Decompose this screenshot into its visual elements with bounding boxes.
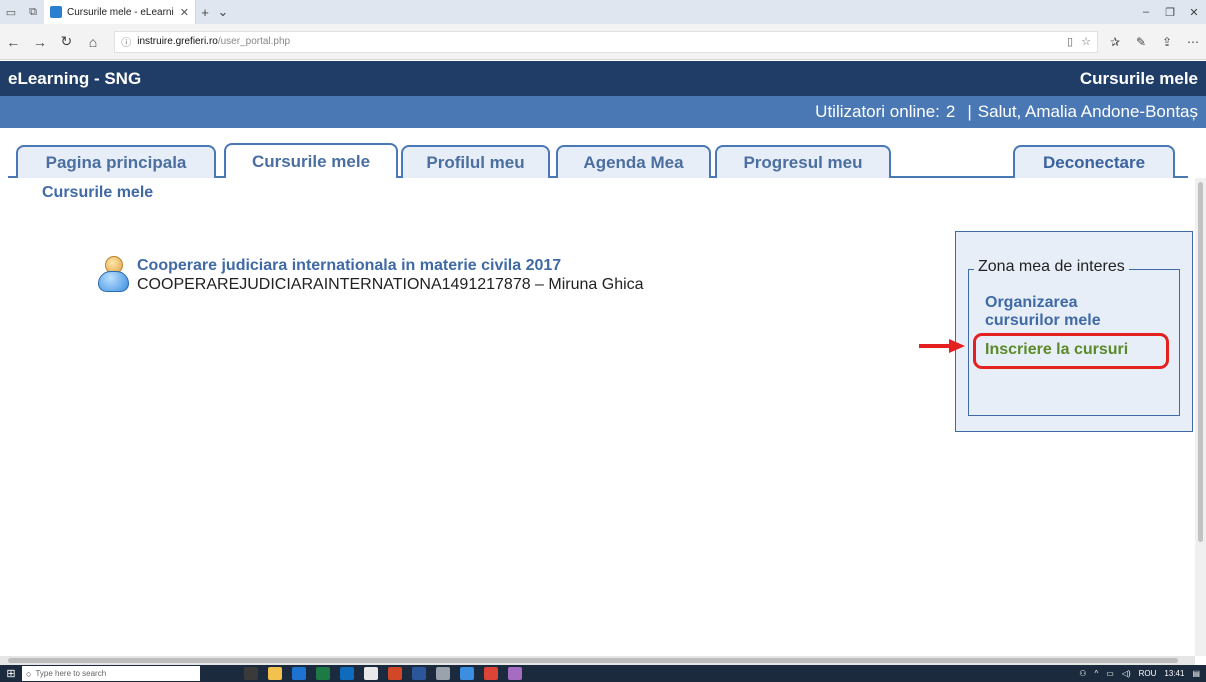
browser-tabbar: ▭ ⧉ Cursurile mele - eLearni ✕ + ⌄ – ❐ ✕ (0, 0, 1206, 24)
system-tray: ⚇ ^ ▭ ◁) ROU 13:41 ▤ (1079, 669, 1206, 678)
taskbar-search-placeholder: Type here to search (35, 669, 107, 678)
favorite-star-icon[interactable]: ☆ (1081, 35, 1091, 48)
separator: | (967, 102, 972, 121)
back-icon[interactable]: ← (0, 28, 27, 56)
reading-view-icon[interactable]: ▯ (1067, 35, 1073, 48)
user-greeting: Salut, Amalia Andone-Bontaș (977, 102, 1198, 121)
tab-preview-icon[interactable]: ⧉ (22, 0, 44, 24)
horizontal-scroll-thumb[interactable] (8, 658, 1178, 663)
app-title: eLearning - SNG (8, 68, 142, 88)
app-header: eLearning - SNG Cursurile mele (0, 61, 1206, 96)
info-icon[interactable]: ⓘ (121, 34, 131, 49)
window-controls: – ❐ ✕ (1134, 0, 1206, 24)
word-icon[interactable] (412, 667, 426, 680)
chrome-icon[interactable] (484, 667, 498, 680)
vertical-scrollbar[interactable] (1195, 178, 1206, 656)
refresh-icon[interactable]: ↻ (53, 28, 80, 56)
browser-toolbar-right: ✰ ✎ ⇪ ⋯ (1102, 35, 1206, 49)
tab-progress[interactable]: Progresul meu (715, 145, 891, 178)
forward-icon[interactable]: → (27, 28, 54, 56)
tab-agenda[interactable]: Agenda Mea (556, 145, 711, 178)
tab-my-courses[interactable]: Cursurile mele (224, 143, 398, 178)
volume-icon[interactable]: ◁) (1122, 669, 1131, 678)
tab-list-chevron-icon[interactable]: ⌄ (214, 4, 232, 20)
language-indicator[interactable]: ROU (1139, 669, 1157, 678)
search-icon: ○ (26, 668, 32, 679)
powerpoint-icon[interactable] (388, 667, 402, 680)
home-icon[interactable]: ⌂ (80, 28, 107, 56)
course-title-link[interactable]: Cooperare judiciara internationala in ma… (137, 256, 644, 275)
annotation-highlight (973, 333, 1169, 369)
course-code-teacher: COOPERAREJUDICIARAINTERNATIONA1491217878… (137, 276, 644, 293)
internet-explorer-icon[interactable] (460, 667, 474, 680)
clock-time[interactable]: 13:41 (1164, 669, 1184, 678)
close-window-icon[interactable]: ✕ (1182, 0, 1206, 24)
favicon-icon (50, 6, 62, 18)
tray-chevron-icon[interactable]: ^ (1094, 669, 1098, 678)
browser-tab-active[interactable]: Cursurile mele - eLearni ✕ (44, 0, 196, 24)
online-users-label: Utilizatori online: (815, 102, 940, 121)
url-path: /user_portal.php (217, 36, 291, 47)
browser-navbar: ← → ↻ ⌂ ⓘ instruire.grefieri.ro /user_po… (0, 24, 1206, 60)
vertical-scroll-thumb[interactable] (1198, 182, 1203, 542)
main-tabs: Pagina principala Cursurile mele Profilu… (0, 128, 1206, 178)
network-icon[interactable]: ▭ (1106, 669, 1114, 678)
tab-profile[interactable]: Profilul meu (401, 145, 550, 178)
user-course-icon (96, 256, 132, 296)
course-list-item: Cooperare judiciara internationala in ma… (96, 256, 644, 296)
people-icon[interactable]: ⚇ (1079, 669, 1086, 678)
excel-icon[interactable] (316, 667, 330, 680)
windows-start-icon[interactable]: ⊞ (0, 665, 22, 682)
close-icon[interactable]: ✕ (180, 6, 189, 19)
breadcrumb: Cursurile mele (42, 184, 154, 201)
browser-tab-title: Cursurile mele - eLearni (67, 6, 174, 18)
organize-courses-line1: Organizarea (985, 294, 1078, 311)
windows-taskbar: ⊞ ○ Type here to search ⚇ ^ ▭ ◁) ROU 13:… (0, 665, 1206, 682)
share-icon[interactable]: ⇪ (1154, 35, 1180, 49)
horizontal-scrollbar[interactable] (0, 656, 1195, 665)
restore-icon[interactable]: ❐ (1158, 0, 1182, 24)
store-icon[interactable] (364, 667, 378, 680)
online-users-count[interactable]: 2 (946, 102, 955, 122)
tab-logout[interactable]: Deconectare (1013, 145, 1175, 178)
minimize-icon[interactable]: – (1134, 0, 1158, 24)
notifications-icon[interactable]: ▤ (1192, 669, 1200, 678)
task-view-icon[interactable] (244, 667, 258, 680)
edge-browser-icon[interactable] (292, 667, 306, 680)
annotation-arrow-icon (919, 339, 965, 353)
organize-courses-line2: cursurilor mele (985, 312, 1101, 329)
interest-legend: Zona mea de interes (974, 258, 1129, 276)
current-section-title: Cursurile mele (1079, 68, 1198, 88)
new-tab-icon[interactable]: + (196, 5, 214, 20)
notes-pen-icon[interactable]: ✎ (1128, 35, 1154, 49)
app-subheader: Utilizatori online: 2 | Salut, Amalia An… (0, 96, 1206, 128)
taskbar-search[interactable]: ○ Type here to search (22, 666, 200, 681)
outlook-icon[interactable] (340, 667, 354, 680)
more-menu-icon[interactable]: ⋯ (1180, 35, 1206, 49)
address-actions: ▯ ☆ (1067, 35, 1091, 48)
app-icon[interactable] (508, 667, 522, 680)
url-domain: instruire.grefieri.ro (137, 36, 218, 47)
favorites-hub-icon[interactable]: ✰ (1102, 35, 1128, 49)
course-text: Cooperare judiciara internationala in ma… (137, 256, 644, 296)
taskbar-apps (244, 667, 522, 680)
address-bar[interactable]: ⓘ instruire.grefieri.ro /user_portal.php… (114, 30, 1098, 53)
file-explorer-icon[interactable] (268, 667, 282, 680)
calendar-icon[interactable] (436, 667, 450, 680)
interest-panel: Zona mea de interes Organizarea cursuril… (955, 231, 1193, 432)
tab-home[interactable]: Pagina principala (16, 145, 216, 178)
tab-actions-icon[interactable]: ▭ (0, 0, 22, 24)
organize-courses-link[interactable]: Organizarea cursurilor mele (985, 294, 1101, 330)
